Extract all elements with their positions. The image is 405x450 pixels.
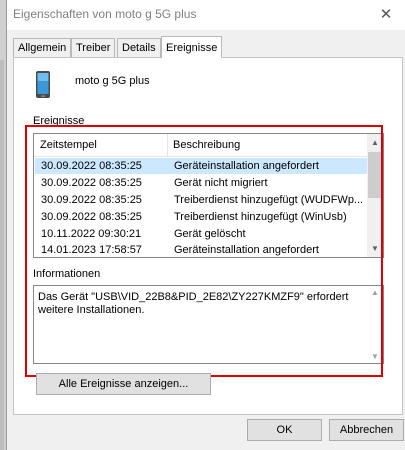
background-window-edge [0, 60, 4, 450]
close-icon[interactable]: ✕ [373, 4, 399, 26]
properties-dialog: Eigenschaften von moto g 5G plus ✕ Allge… [6, 0, 405, 450]
device-name: moto g 5G plus [75, 75, 150, 87]
ok-button[interactable]: OK [247, 419, 322, 441]
tab-allgemein[interactable]: Allgemein [13, 38, 72, 57]
tab-treiber[interactable]: Treiber [71, 38, 116, 57]
title-bar: Eigenschaften von moto g 5G plus ✕ [7, 0, 405, 30]
highlight-annotation-box [25, 125, 383, 377]
phone-icon [36, 71, 50, 98]
cancel-button[interactable]: Abbrechen [329, 419, 404, 441]
window-title: Eigenschaften von moto g 5G plus [13, 7, 197, 21]
show-all-events-button[interactable]: Alle Ereignisse anzeigen... [36, 373, 211, 395]
tab-details[interactable]: Details [117, 38, 161, 57]
tab-ereignisse[interactable]: Ereignisse [161, 36, 223, 58]
